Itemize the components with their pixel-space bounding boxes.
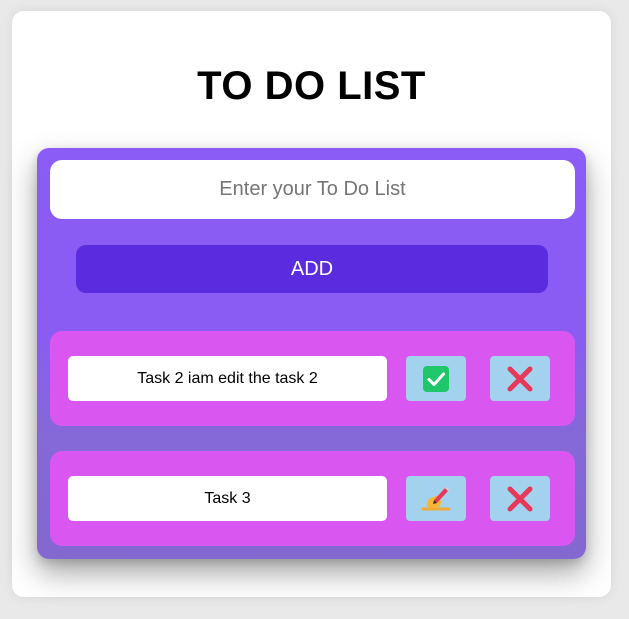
- complete-task-button[interactable]: [406, 356, 466, 401]
- task-text: Task 2 iam edit the task 2: [68, 356, 387, 401]
- task-text: Task 3: [68, 476, 387, 521]
- add-button[interactable]: ADD: [76, 245, 548, 293]
- task-row: Task 2 iam edit the task 2: [50, 331, 575, 426]
- writing-hand-icon: [421, 486, 451, 510]
- check-mark-icon: [423, 365, 449, 392]
- todo-card: TO DO LIST ADD Task 2 iam edit the task …: [12, 11, 611, 597]
- task-row: Task 3: [50, 451, 575, 546]
- page-title: TO DO LIST: [197, 64, 426, 108]
- edit-task-button[interactable]: [406, 476, 466, 521]
- delete-task-button[interactable]: [490, 476, 550, 521]
- todo-input[interactable]: [50, 160, 575, 219]
- delete-task-button[interactable]: [490, 356, 550, 401]
- todo-panel: ADD Task 2 iam edit the task 2 Task 3: [37, 148, 586, 559]
- cross-mark-icon: [507, 486, 533, 511]
- cross-mark-icon: [507, 366, 533, 391]
